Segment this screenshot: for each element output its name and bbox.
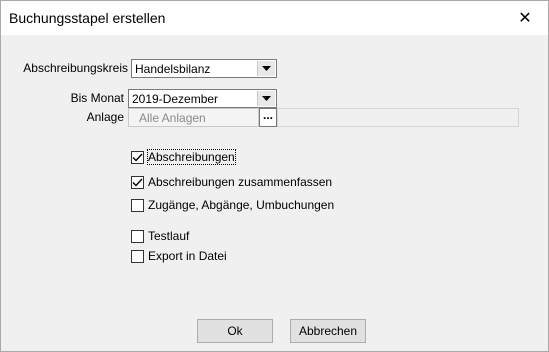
dialog-window: Buchungsstapel erstellen ✕ Abschreibungs… [0, 0, 549, 352]
anlage-value: Alle Anlagen [139, 111, 206, 125]
abschreibungskreis-combobox[interactable]: Handelsbilanz [131, 59, 277, 78]
bis-monat-dropdown-button[interactable] [257, 91, 275, 106]
checkbox-zugaenge-abgaenge-umbuchungen[interactable]: Zugänge, Abgänge, Umbuchungen [131, 197, 334, 213]
checkmark-icon [132, 153, 143, 162]
abschreibungskreis-value: Handelsbilanz [135, 62, 211, 76]
ok-button[interactable]: Ok [197, 319, 273, 343]
checkbox-label: Abschreibungen [147, 149, 236, 165]
checkbox-label: Zugänge, Abgänge, Umbuchungen [148, 198, 335, 212]
anlage-label: Anlage [86, 110, 124, 124]
chevron-down-icon [262, 96, 271, 101]
anlage-browse-button[interactable]: ... [259, 108, 277, 127]
checkbox-testlauf[interactable]: Testlauf [131, 228, 189, 244]
chevron-down-icon [262, 66, 271, 71]
checkbox-box[interactable] [131, 150, 144, 164]
checkbox-export-in-datei[interactable]: Export in Datei [131, 248, 227, 264]
checkbox-label: Export in Datei [148, 249, 227, 263]
checkbox-label: Testlauf [148, 229, 190, 243]
anlage-detail-panel [277, 108, 519, 127]
checkbox-abschreibungen[interactable]: Abschreibungen [131, 149, 236, 165]
abschreibungskreis-label: Abschreibungskreis [23, 61, 128, 75]
checkbox-label: Abschreibungen zusammenfassen [148, 175, 333, 189]
cancel-button[interactable]: Abbrechen [290, 319, 366, 343]
checkbox-box[interactable] [131, 249, 144, 263]
close-icon: ✕ [518, 10, 532, 27]
bis-monat-label: Bis Monat [70, 91, 124, 105]
close-button[interactable]: ✕ [502, 1, 548, 35]
bis-monat-value: 2019-Dezember [132, 92, 219, 106]
checkbox-box[interactable] [131, 175, 144, 189]
title-bar: Buchungsstapel erstellen ✕ [1, 1, 548, 35]
anlage-field: Alle Anlagen [128, 108, 259, 127]
checkmark-icon [132, 178, 143, 187]
dialog-title: Buchungsstapel erstellen [9, 10, 166, 26]
checkbox-box[interactable] [131, 229, 144, 243]
bis-monat-combobox[interactable]: 2019-Dezember [128, 89, 277, 108]
checkbox-abschreibungen-zusammenfassen[interactable]: Abschreibungen zusammenfassen [131, 174, 332, 190]
checkbox-box[interactable] [131, 198, 144, 212]
abschreibungskreis-dropdown-button[interactable] [257, 61, 275, 76]
